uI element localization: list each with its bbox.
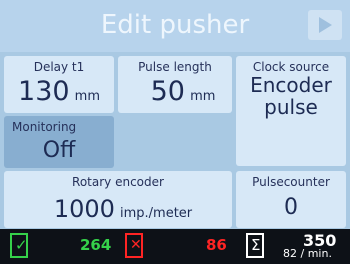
clock-source-line2: pulse (264, 95, 318, 119)
clock-source-label: Clock source (252, 60, 330, 74)
edit-pusher-screen: Edit pusher Delay t1 130 mm Pulse length… (0, 0, 350, 229)
monitoring-tile[interactable]: Monitoring Off (4, 116, 114, 168)
reject-cross-icon: ✕ (125, 233, 143, 258)
rotary-encoder-value: 1000 (53, 195, 115, 223)
next-button[interactable] (308, 10, 342, 40)
sum-icon: Σ (246, 233, 264, 258)
delay-unit: mm (74, 89, 100, 104)
pulse-length-unit: mm (190, 89, 216, 104)
rate: 82 / min. (283, 247, 332, 260)
pulsecounter-tile[interactable]: Pulsecounter 0 (236, 171, 346, 228)
good-check-icon: ✓ (10, 233, 28, 258)
monitoring-label: Monitoring (12, 120, 77, 134)
good-count: 264 (80, 236, 112, 254)
delay-value-field: 130 mm (4, 76, 114, 107)
clock-source-tile[interactable]: Clock source Encoder pulse (236, 56, 346, 166)
delay-label: Delay t1 (33, 60, 85, 74)
delay-value: 130 (18, 76, 70, 107)
rotary-encoder-label: Rotary encoder (72, 175, 164, 189)
pulse-length-value: 50 (150, 76, 185, 107)
pulsecounter-value: 0 (284, 195, 298, 220)
clock-source-value: Encoder pulse (236, 74, 346, 118)
rotary-encoder-unit: imp./meter (120, 206, 193, 221)
title-bar: Edit pusher (0, 0, 350, 52)
arrow-right-icon (319, 17, 332, 33)
rotary-encoder-value-field: 1000 imp./meter (4, 195, 232, 223)
reject-count: 86 (206, 236, 227, 254)
delay-tile[interactable]: Delay t1 130 mm (4, 56, 114, 113)
clock-source-line1: Encoder (250, 73, 332, 97)
page-title: Edit pusher (100, 10, 250, 40)
status-bar: ✓ 264 ✕ 86 Σ 350 82 / min. (0, 229, 350, 264)
pulse-length-label: Pulse length (138, 60, 212, 74)
monitoring-value: Off (42, 138, 76, 163)
pulsecounter-label: Pulsecounter (252, 175, 330, 189)
rotary-encoder-tile[interactable]: Rotary encoder 1000 imp./meter (4, 171, 232, 228)
pulse-length-tile[interactable]: Pulse length 50 mm (118, 56, 232, 113)
pulse-length-value-field: 50 mm (118, 76, 232, 107)
